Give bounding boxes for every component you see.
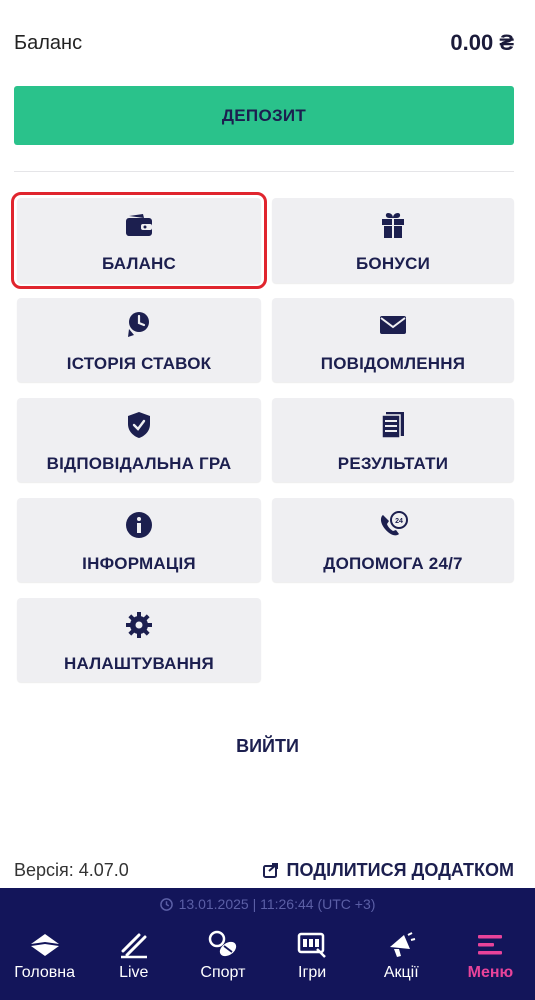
nav-sport[interactable]: Спорт [178,928,267,988]
clock-icon [159,897,173,911]
sport-icon [208,928,238,962]
balance-row: Баланс 0.00 ₴ [14,28,514,58]
footer-row: Версія: 4.07.0 ПОДІЛИТИСЯ ДОДАТКОМ [14,857,514,883]
menu-tile-bet-history[interactable]: ІСТОРІЯ СТАВОК [17,298,261,382]
menu-label-bet-history: ІСТОРІЯ СТАВОК [66,354,212,373]
logout-button[interactable]: ВИЙТИ [0,736,535,757]
nav-menu-label: Меню [467,964,514,981]
gear-icon [124,610,154,640]
menu-icon [476,928,504,962]
history-icon [124,310,154,340]
share-app-button[interactable]: ПОДІЛИТИСЯ ДОДАТКОМ [262,859,514,881]
nav-home[interactable]: Головна [0,928,89,988]
menu-tile-responsible-gaming[interactable]: ВІДПОВІДАЛЬНА ГРА [17,398,261,482]
nav-home-label: Головна [14,964,75,981]
menu-label-messages: ПОВІДОМЛЕННЯ [320,354,466,373]
nav-live-label: Live [119,964,149,981]
nav-promos[interactable]: Акції [357,928,446,988]
phone-24-icon: 24 [378,510,408,540]
home-logo-icon [29,928,61,962]
menu-tile-support[interactable]: 24 ДОПОМОГА 24/7 [272,498,514,582]
nav-games[interactable]: Ігри [268,928,357,988]
menu-label-support: ДОПОМОГА 24/7 [323,554,463,573]
info-icon [124,510,154,540]
share-icon [262,863,278,878]
menu-tile-bonuses[interactable]: БОНУСИ [272,198,514,283]
shield-check-icon [124,410,154,440]
bottom-navigation: 13.01.2025 | 11:26:44 (UTC +3) Головна L… [0,888,535,1000]
app-version: Версія: 4.07.0 [14,859,129,880]
deposit-button[interactable]: ДЕПОЗИТ [14,86,514,145]
nav-sport-label: Спорт [200,964,246,981]
wallet-icon [124,210,154,240]
server-time-text: 13.01.2025 | 11:26:44 (UTC +3) [178,896,376,912]
envelope-icon [378,310,408,340]
menu-tile-results[interactable]: РЕЗУЛЬТАТИ [272,398,514,482]
menu-label-bonuses: БОНУСИ [356,254,430,273]
menu-tile-information[interactable]: ІНФОРМАЦІЯ [17,498,261,582]
balance-amount: 0.00 ₴ [450,30,514,55]
menu-label-settings: НАЛАШТУВАННЯ [64,654,214,673]
gift-icon [378,210,408,240]
menu-tile-settings[interactable]: НАЛАШТУВАННЯ [17,598,261,682]
balance-label: Баланс [14,31,83,54]
server-time: 13.01.2025 | 11:26:44 (UTC +3) [0,896,535,912]
menu-tile-balance[interactable]: БАЛАНС [11,192,267,289]
menu-label-balance: БАЛАНС [101,254,176,273]
svg-text:24: 24 [395,518,403,525]
menu-label-results: РЕЗУЛЬТАТИ [337,454,449,473]
menu-label-information: ІНФОРМАЦІЯ [82,554,196,573]
megaphone-icon [386,928,416,962]
menu-label-responsible-gaming: ВІДПОВІДАЛЬНА ГРА [46,454,232,473]
nav-promos-label: Акції [383,964,419,981]
share-app-label: ПОДІЛИТИСЯ ДОДАТКОМ [286,859,514,880]
document-list-icon [378,410,408,440]
live-icon [119,928,149,962]
nav-games-label: Ігри [298,964,327,981]
menu-tile-messages[interactable]: ПОВІДОМЛЕННЯ [272,298,514,382]
divider [14,171,514,172]
nav-live[interactable]: Live [89,928,178,988]
slot-machine-icon [297,928,327,962]
nav-menu[interactable]: Меню [446,928,535,988]
